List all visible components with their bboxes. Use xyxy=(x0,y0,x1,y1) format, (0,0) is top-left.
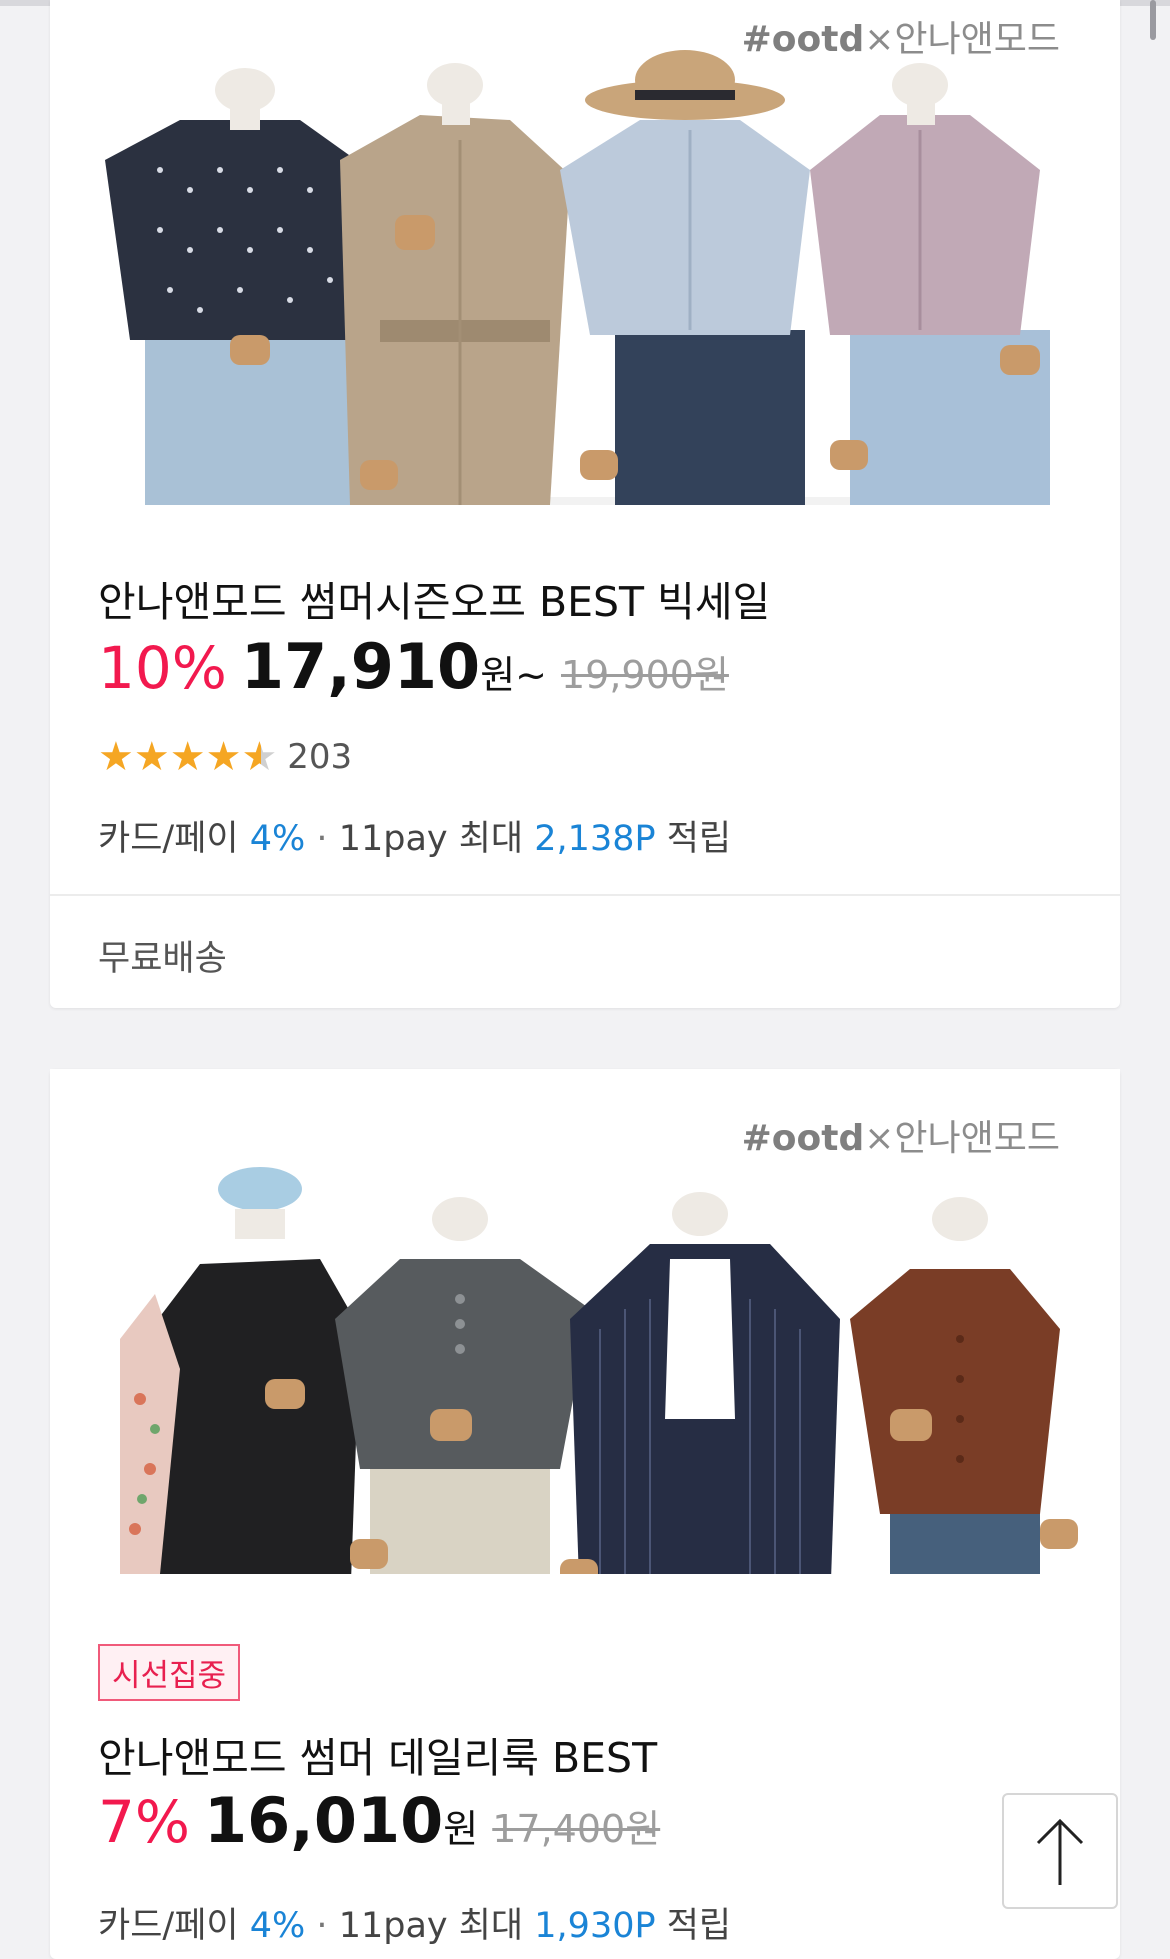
product-title[interactable]: 안나앤모드 썸머시즌오프 BEST 빅세일 xyxy=(98,568,770,628)
star-icon: ★ xyxy=(169,734,206,780)
half-star-icon: ★ xyxy=(241,734,278,780)
product-card[interactable]: #ootd×안나앤모드 시선집중 안나앤모드 썸머 데일리룩 BEST 7% 16… xyxy=(50,1069,1120,1959)
outfit-photo xyxy=(50,0,1120,505)
benefit-row: 카드/페이 4% · 11pay 최대 1,930P 적립 xyxy=(98,1897,731,1948)
separator: · xyxy=(316,819,328,859)
card-pay-rate: 4% xyxy=(249,1906,306,1946)
card-pay-label: 카드/페이 xyxy=(98,1906,239,1946)
separator: · xyxy=(316,1906,328,1946)
reward-points: 1,930P xyxy=(534,1906,656,1946)
product-image[interactable]: #ootd×안나앤모드 xyxy=(50,0,1120,505)
image-watermark: #ootd×안나앤모드 xyxy=(741,19,1060,60)
price-unit: 원~ xyxy=(480,653,547,697)
product-image[interactable]: #ootd×안나앤모드 xyxy=(50,1069,1120,1574)
divider xyxy=(50,894,1120,896)
reward-points: 2,138P xyxy=(534,819,656,859)
card-pay-label: 카드/페이 xyxy=(98,819,239,859)
image-watermark: #ootd×안나앤모드 xyxy=(741,1118,1060,1159)
sale-price: 16,010 xyxy=(204,1784,444,1857)
discount-rate: 7% xyxy=(98,1788,191,1856)
arrow-up-icon xyxy=(1036,1818,1084,1885)
reward-suffix: 적립 xyxy=(666,1906,732,1946)
star-icon: ★ xyxy=(98,734,134,780)
pay-label: 11pay 최대 xyxy=(338,1906,524,1946)
discount-rate: 10% xyxy=(98,634,227,702)
scroll-top-button[interactable] xyxy=(1002,1793,1118,1909)
reward-suffix: 적립 xyxy=(666,819,732,859)
price-row: 7% 16,010원 17,400원 xyxy=(98,1784,660,1857)
card-pay-rate: 4% xyxy=(249,819,306,859)
review-count: 203 xyxy=(287,737,353,777)
shipping-info: 무료배송 xyxy=(98,939,227,979)
price-unit: 원 xyxy=(443,1807,479,1851)
highlight-badge: 시선집중 xyxy=(98,1644,241,1701)
original-price: 19,900원 xyxy=(561,653,729,697)
benefit-row: 카드/페이 4% · 11pay 최대 2,138P 적립 xyxy=(98,810,731,861)
rating-row: ★ ★ ★ ★ ★ 203 xyxy=(98,737,352,777)
sale-price: 17,910 xyxy=(240,630,481,703)
pay-label: 11pay 최대 xyxy=(338,819,524,859)
star-rating: ★ ★ ★ ★ ★ xyxy=(98,737,277,777)
star-icon: ★ xyxy=(133,734,170,780)
product-title[interactable]: 안나앤모드 썸머 데일리룩 BEST xyxy=(98,1724,657,1784)
price-row: 10% 17,910원~ 19,900원 xyxy=(98,630,729,703)
scrollbar[interactable] xyxy=(1150,0,1156,40)
star-icon: ★ xyxy=(205,734,242,780)
product-card[interactable]: #ootd×안나앤모드 안나앤모드 썸머시즌오프 BEST 빅세일 10% 17,… xyxy=(50,0,1120,1008)
original-price: 17,400원 xyxy=(492,1807,661,1851)
